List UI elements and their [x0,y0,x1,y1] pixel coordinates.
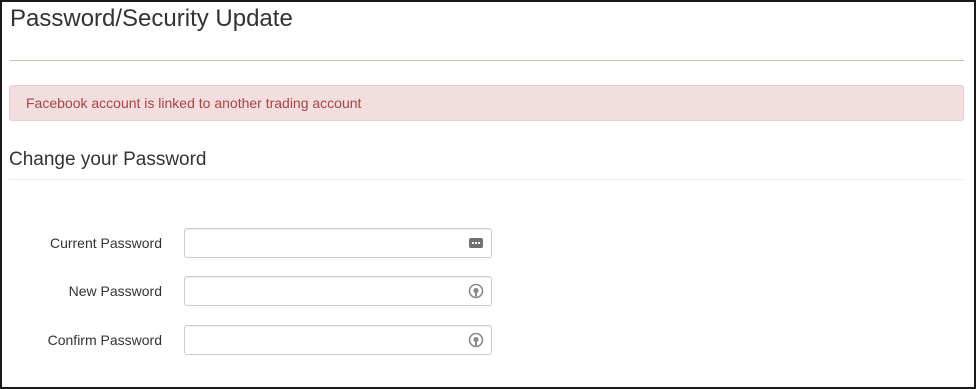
current-password-label: Current Password [49,235,162,251]
current-password-input[interactable] [185,229,475,257]
confirm-password-field[interactable] [184,325,492,355]
page-title: Password/Security Update [10,5,293,32]
confirm-password-input[interactable] [185,326,475,354]
confirm-password-row: Confirm Password [2,325,522,355]
password-manager-icon[interactable] [468,332,484,348]
title-divider [10,60,964,61]
error-alert: Facebook account is linked to another tr… [9,85,964,121]
password-dots-icon[interactable] [468,235,484,251]
new-password-field[interactable] [184,276,492,306]
current-password-field[interactable] [184,228,492,258]
new-password-input[interactable] [185,277,475,305]
new-password-label: New Password [68,283,162,299]
page-frame: Password/Security Update Facebook accoun… [0,0,976,389]
section-divider [9,179,964,180]
password-manager-icon[interactable] [468,283,484,299]
current-password-row: Current Password [2,228,522,258]
section-title: Change your Password [9,149,207,170]
new-password-row: New Password [2,276,522,306]
confirm-password-label: Confirm Password [47,332,162,348]
